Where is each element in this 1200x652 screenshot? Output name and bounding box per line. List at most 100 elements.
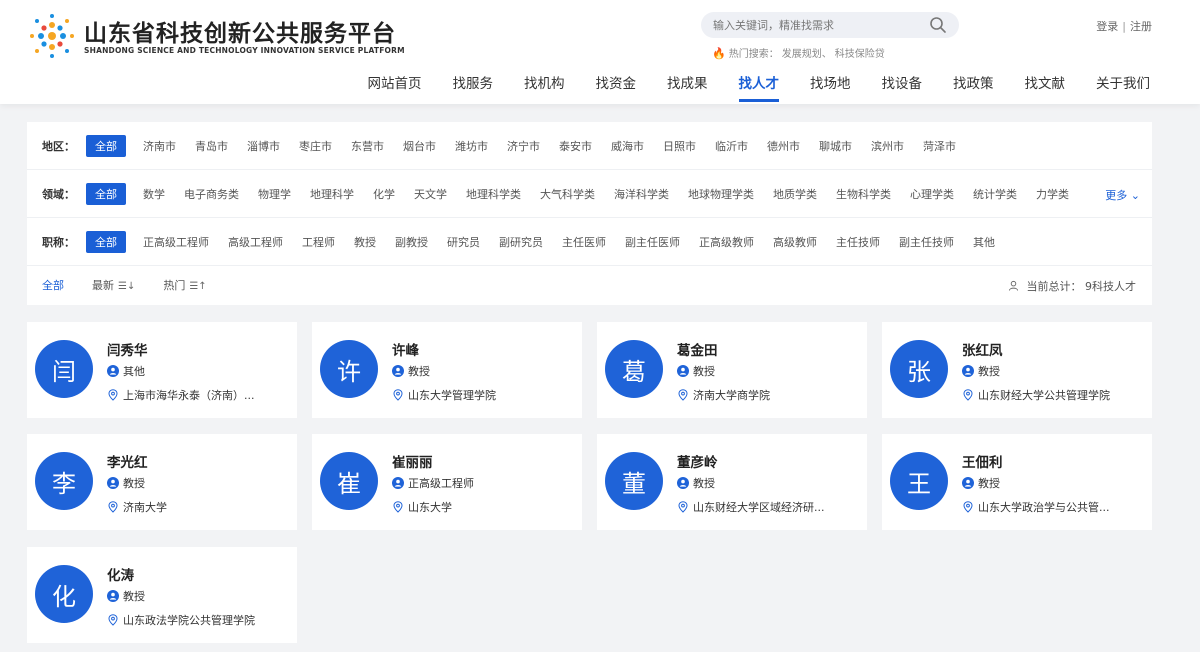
filter-option[interactable]: 正高级教师 bbox=[697, 234, 756, 250]
filter-option[interactable]: 烟台市 bbox=[401, 138, 438, 154]
register-link[interactable]: 注册 bbox=[1130, 20, 1152, 33]
talent-org-text: 山东财经大学区域经济研... bbox=[693, 501, 825, 514]
filter-option[interactable]: 临沂市 bbox=[713, 138, 750, 154]
sort-newest[interactable]: 最新 ☰↓ bbox=[92, 277, 135, 293]
filter-option[interactable]: 高级教师 bbox=[771, 234, 819, 250]
filter-option[interactable]: 电子商务类 bbox=[182, 186, 241, 202]
filter-option[interactable]: 主任技师 bbox=[834, 234, 882, 250]
talent-card[interactable]: 许 许峰 教授 山东大学管理学院 bbox=[312, 322, 582, 418]
talent-name[interactable]: 葛金田 bbox=[677, 339, 718, 359]
filter-option[interactable]: 大气科学类 bbox=[538, 186, 597, 202]
filter-option[interactable]: 济南市 bbox=[141, 138, 178, 154]
login-link[interactable]: 登录 bbox=[1096, 20, 1118, 33]
filter-option[interactable]: 德州市 bbox=[765, 138, 802, 154]
filter-option[interactable]: 地理科学类 bbox=[464, 186, 523, 202]
hot-searches: 🔥 热门搜索： 发展规划、 科技保险贷 bbox=[712, 45, 885, 60]
nav-item-services[interactable]: 找服务 bbox=[453, 72, 494, 102]
hot-search-link[interactable]: 科技保险贷 bbox=[835, 49, 885, 60]
filter-option[interactable]: 地球物理学类 bbox=[686, 186, 756, 202]
filter-option[interactable]: 潍坊市 bbox=[453, 138, 490, 154]
brand-name[interactable]: 山东省科技创新公共服务平台 bbox=[84, 14, 396, 48]
talent-card[interactable]: 化 化涛 教授 山东政法学院公共管理学院 bbox=[27, 547, 297, 643]
sort-popular[interactable]: 热门 ☰↑ bbox=[163, 277, 206, 293]
filter-option[interactable]: 全部 bbox=[86, 230, 126, 253]
hot-search-link[interactable]: 发展规划、 bbox=[782, 49, 832, 60]
nav-item-about[interactable]: 关于我们 bbox=[1096, 72, 1150, 102]
filter-row-region: 地区： 全部 济南市 青岛市 淄博市 枣庄市 东营市 烟台市 潍坊市 济宁市 泰… bbox=[27, 122, 1152, 170]
filter-option[interactable]: 化学 bbox=[371, 186, 397, 202]
filter-option[interactable]: 全部 bbox=[86, 134, 126, 157]
nav-item-literature[interactable]: 找文献 bbox=[1025, 72, 1066, 102]
filter-option[interactable]: 聊城市 bbox=[817, 138, 854, 154]
filter-option[interactable]: 心理学类 bbox=[908, 186, 956, 202]
talent-name[interactable]: 张红凤 bbox=[962, 339, 1003, 359]
filter-option[interactable]: 全部 bbox=[86, 182, 126, 205]
filter-option[interactable]: 生物科学类 bbox=[834, 186, 893, 202]
filter-option[interactable]: 副主任医师 bbox=[623, 234, 682, 250]
filter-option[interactable]: 其他 bbox=[971, 234, 997, 250]
talent-name[interactable]: 董彦岭 bbox=[677, 451, 718, 471]
total-count-text: 当前总计： 9科技人才 bbox=[1026, 280, 1137, 293]
person-icon bbox=[962, 477, 974, 489]
filter-option[interactable]: 东营市 bbox=[349, 138, 386, 154]
filter-option[interactable]: 威海市 bbox=[609, 138, 646, 154]
talent-name[interactable]: 闫秀华 bbox=[107, 339, 148, 359]
nav-item-achievements[interactable]: 找成果 bbox=[667, 72, 708, 102]
nav-item-home[interactable]: 网站首页 bbox=[368, 72, 422, 102]
filter-option[interactable]: 滨州市 bbox=[869, 138, 906, 154]
filter-option[interactable]: 正高级工程师 bbox=[141, 234, 211, 250]
nav-item-equipment[interactable]: 找设备 bbox=[882, 72, 923, 102]
filter-option[interactable]: 工程师 bbox=[300, 234, 337, 250]
filter-option[interactable]: 海洋科学类 bbox=[612, 186, 671, 202]
filter-option[interactable]: 济宁市 bbox=[505, 138, 542, 154]
filter-option[interactable]: 物理学 bbox=[256, 186, 293, 202]
sort-all[interactable]: 全部 bbox=[42, 277, 64, 293]
filter-option[interactable]: 地理科学 bbox=[308, 186, 356, 202]
person-icon bbox=[107, 590, 119, 602]
filter-option[interactable]: 地质学类 bbox=[771, 186, 819, 202]
filter-option[interactable]: 副研究员 bbox=[497, 234, 545, 250]
nav-item-venues[interactable]: 找场地 bbox=[810, 72, 851, 102]
talent-card[interactable]: 闫 闫秀华 其他 上海市海华永泰（济南）... bbox=[27, 322, 297, 418]
talent-card[interactable]: 葛 葛金田 教授 济南大学商学院 bbox=[597, 322, 867, 418]
talent-card[interactable]: 崔 崔丽丽 正高级工程师 山东大学 bbox=[312, 434, 582, 530]
filter-option[interactable]: 数学 bbox=[141, 186, 167, 202]
filter-option[interactable]: 主任医师 bbox=[560, 234, 608, 250]
nav-item-talent[interactable]: 找人才 bbox=[738, 72, 779, 102]
nav-item-institutions[interactable]: 找机构 bbox=[524, 72, 565, 102]
nav-item-funding[interactable]: 找资金 bbox=[596, 72, 637, 102]
search-input[interactable] bbox=[701, 12, 921, 38]
location-pin-icon bbox=[678, 501, 688, 513]
filter-option[interactable]: 副主任技师 bbox=[897, 234, 956, 250]
avatar: 董 bbox=[605, 452, 663, 510]
filter-option[interactable]: 枣庄市 bbox=[297, 138, 334, 154]
filter-option[interactable]: 高级工程师 bbox=[226, 234, 285, 250]
filter-option[interactable]: 研究员 bbox=[445, 234, 482, 250]
filter-option[interactable]: 菏泽市 bbox=[921, 138, 958, 154]
filter-option[interactable]: 日照市 bbox=[661, 138, 698, 154]
talent-card[interactable]: 王 王佃利 教授 山东大学政治学与公共管... bbox=[882, 434, 1152, 530]
filter-option[interactable]: 天文学 bbox=[412, 186, 449, 202]
talent-name[interactable]: 李光红 bbox=[107, 451, 148, 471]
filter-option[interactable]: 青岛市 bbox=[193, 138, 230, 154]
talent-card[interactable]: 李 李光红 教授 济南大学 bbox=[27, 434, 297, 530]
talent-name[interactable]: 许峰 bbox=[392, 339, 419, 359]
filter-option[interactable]: 力学类 bbox=[1034, 186, 1071, 202]
filter-option[interactable]: 教授 bbox=[352, 234, 378, 250]
talent-card[interactable]: 董 董彦岭 教授 山东财经大学区域经济研... bbox=[597, 434, 867, 530]
talent-org-text: 山东政法学院公共管理学院 bbox=[123, 614, 255, 627]
talent-name[interactable]: 化涛 bbox=[107, 564, 134, 584]
talent-card[interactable]: 张 张红凤 教授 山东财经大学公共管理学院 bbox=[882, 322, 1152, 418]
nav-item-policies[interactable]: 找政策 bbox=[953, 72, 994, 102]
filter-option[interactable]: 淄博市 bbox=[245, 138, 282, 154]
filter-option[interactable]: 副教授 bbox=[393, 234, 430, 250]
more-button[interactable]: 更多 ⌄ bbox=[1105, 187, 1140, 203]
fire-icon: 🔥 bbox=[712, 47, 726, 60]
avatar: 王 bbox=[890, 452, 948, 510]
talent-name[interactable]: 崔丽丽 bbox=[392, 451, 433, 471]
talent-name[interactable]: 王佃利 bbox=[962, 451, 1003, 471]
filter-option[interactable]: 泰安市 bbox=[557, 138, 594, 154]
search-icon[interactable] bbox=[929, 16, 947, 34]
filter-option[interactable]: 统计学类 bbox=[971, 186, 1019, 202]
logo-icon[interactable] bbox=[28, 12, 76, 60]
